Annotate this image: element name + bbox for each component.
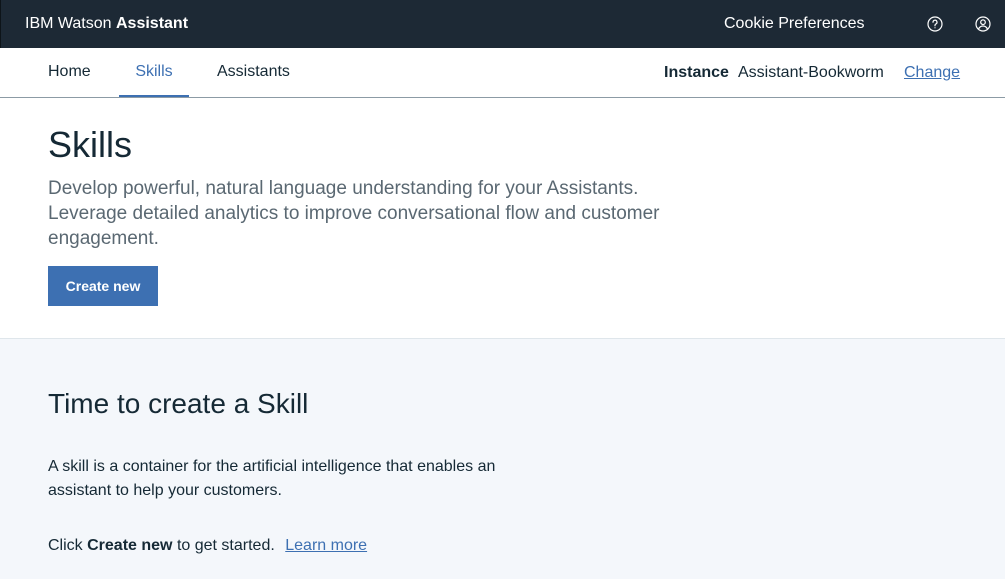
cookie-preferences-link[interactable]: Cookie Preferences: [724, 15, 865, 33]
cta-prefix: Click: [48, 537, 83, 554]
create-new-button[interactable]: Create new: [48, 266, 158, 306]
brand-name: Assistant: [116, 15, 189, 32]
empty-state-description: A skill is a container for the artificia…: [48, 458, 496, 499]
learn-more-link[interactable]: Learn more: [285, 537, 367, 554]
product-brand[interactable]: IBM Watson Assistant: [25, 15, 188, 33]
page-title: Skills: [48, 124, 133, 165]
cta-bold: Create new: [87, 537, 173, 554]
cta-suffix: to get started.: [176, 537, 275, 554]
help-icon[interactable]: [927, 16, 943, 32]
tab-skills[interactable]: Skills: [119, 48, 189, 97]
user-avatar-icon[interactable]: [975, 16, 991, 32]
top-bar: IBM Watson Assistant Cookie Preferences: [0, 0, 1005, 48]
instance-value: Assistant-Bookworm: [738, 64, 884, 81]
empty-state-title: Time to create a Skill: [48, 388, 309, 419]
skills-header: Skills Develop powerful, natural languag…: [0, 98, 1005, 339]
tab-home[interactable]: Home: [48, 48, 91, 97]
change-instance-link[interactable]: Change: [904, 64, 960, 82]
instance-label: Instance: [664, 64, 729, 81]
main-navigation: Home Skills Assistants Instance Assistan…: [0, 48, 1005, 98]
brand-prefix: IBM Watson: [25, 15, 112, 32]
page-description: Develop powerful, natural language under…: [48, 178, 660, 249]
tab-assistants[interactable]: Assistants: [217, 48, 290, 97]
empty-state-cta: Click Create new to get started. Learn m…: [48, 537, 367, 555]
